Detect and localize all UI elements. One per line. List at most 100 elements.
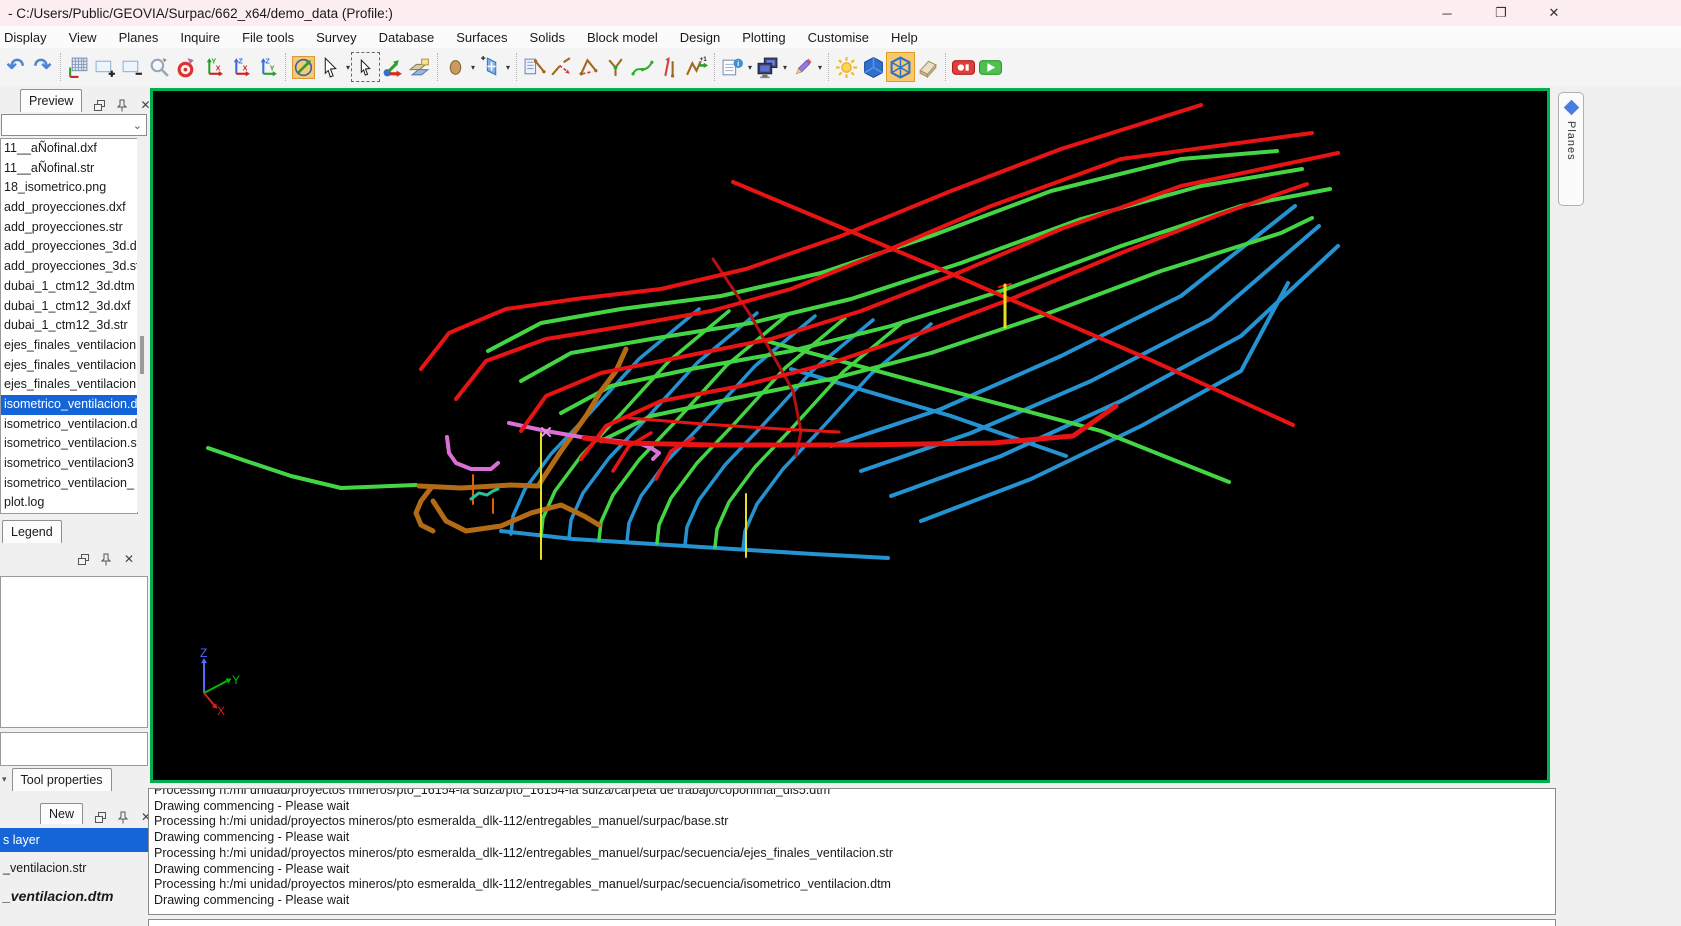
float-window-icon[interactable]: [76, 552, 90, 566]
file-list-item[interactable]: dubai_1_ctm12_3d.dxf: [1, 297, 137, 317]
zoom-in-icon[interactable]: [92, 53, 119, 81]
preview-file-combobox[interactable]: ⌄: [1, 114, 147, 136]
menu-customise[interactable]: Customise: [797, 30, 880, 45]
command-strip[interactable]: [148, 919, 1556, 926]
lighting-sun-icon[interactable]: [833, 53, 860, 81]
layer-view-icon[interactable]: [406, 53, 433, 81]
graphics-viewport[interactable]: Z Y X: [150, 88, 1550, 783]
scrollbar-thumb[interactable]: [140, 336, 144, 374]
render-wireframe-icon[interactable]: [886, 52, 915, 82]
record-icon[interactable]: [950, 53, 977, 81]
select-cursor-icon[interactable]: [317, 53, 344, 81]
dropdown-arrow-icon[interactable]: ▾: [344, 63, 352, 72]
file-list-item[interactable]: dubai_1_ctm12_3d.dtm: [1, 277, 137, 297]
renumber-string-icon[interactable]: +1: [683, 53, 710, 81]
file-list-item[interactable]: add_proyecciones.str: [1, 218, 137, 238]
string-doc-icon[interactable]: [521, 53, 548, 81]
file-list-item[interactable]: isometrico_ventilacion_: [1, 474, 137, 494]
dropdown-arrow-icon[interactable]: ▾: [746, 63, 754, 72]
zoom-magnifier-icon[interactable]: [146, 53, 173, 81]
file-list-item[interactable]: ejes_finales_ventilacion: [1, 336, 137, 356]
tab-preview[interactable]: Preview: [20, 89, 83, 112]
view-zy-axis-icon[interactable]: ZY: [254, 53, 281, 81]
file-list-item[interactable]: plot.log: [1, 493, 137, 513]
smooth-curve-icon[interactable]: [629, 53, 656, 81]
tab-tool-properties[interactable]: Tool properties: [11, 768, 112, 791]
file-list-item[interactable]: 11__aÑofinal.dxf: [1, 139, 137, 159]
view-zx-axis-icon[interactable]: ZX: [227, 53, 254, 81]
reset-graphics-icon[interactable]: [65, 53, 92, 81]
bead-icon[interactable]: [442, 53, 469, 81]
tab-legend[interactable]: Legend: [2, 520, 62, 543]
file-list-item[interactable]: ejes_finales_ventilacion: [1, 375, 137, 395]
render-solid-icon[interactable]: [860, 53, 887, 81]
break-line-icon[interactable]: [548, 53, 575, 81]
file-list-item[interactable]: add_proyecciones_3d.str: [1, 257, 137, 277]
string-polyline: [919, 281, 1290, 523]
file-list-item[interactable]: isometrico_ventilacion.dxf: [1, 415, 137, 435]
menu-database[interactable]: Database: [368, 30, 446, 45]
menu-surfaces[interactable]: Surfaces: [445, 30, 518, 45]
message-log[interactable]: Processing h:/mi unidad/proyectos minero…: [148, 788, 1556, 915]
planes-dock-tab[interactable]: Planes: [1558, 92, 1584, 206]
reverse-string-icon[interactable]: [656, 53, 683, 81]
file-list-scrollbar[interactable]: [137, 138, 148, 512]
file-list-item[interactable]: dubai_1_ctm12_3d.str: [1, 316, 137, 336]
tab-new-layer[interactable]: New: [40, 803, 84, 824]
display-monitor-icon[interactable]: [754, 53, 781, 81]
menu-help[interactable]: Help: [880, 30, 929, 45]
close-panel-icon[interactable]: ✕: [122, 552, 136, 566]
properties-info-icon[interactable]: i: [719, 53, 746, 81]
file-list-item[interactable]: add_proyecciones_3d.dxf: [1, 237, 137, 257]
close-string-icon[interactable]: [575, 53, 602, 81]
file-list-item[interactable]: 11__aÑofinal.str: [1, 159, 137, 179]
dropdown-arrow-icon[interactable]: ▾: [504, 63, 512, 72]
dropdown-arrow-icon[interactable]: ▾: [781, 63, 789, 72]
menu-file-tools[interactable]: File tools: [231, 30, 305, 45]
undo-icon[interactable]: ↶: [2, 53, 29, 81]
float-window-icon[interactable]: [92, 98, 106, 112]
minimize-button[interactable]: ─: [1425, 0, 1469, 26]
close-button[interactable]: ✕: [1532, 0, 1576, 26]
file-list-item[interactable]: 18_isometrico.png: [1, 178, 137, 198]
file-list-item[interactable]: isometrico_ventilacion3: [1, 454, 137, 474]
log-line: Drawing commencing - Please wait: [154, 830, 350, 845]
menu-block-model[interactable]: Block model: [576, 30, 669, 45]
play-icon[interactable]: [977, 53, 1004, 81]
menu-inquire[interactable]: Inquire: [169, 30, 231, 45]
orientation-compass-icon[interactable]: [290, 53, 317, 81]
eraser-icon[interactable]: [914, 53, 941, 81]
menu-view[interactable]: View: [58, 30, 108, 45]
menu-solids[interactable]: Solids: [519, 30, 576, 45]
menu-plotting[interactable]: Plotting: [731, 30, 796, 45]
segment-y-icon[interactable]: [602, 53, 629, 81]
pin-icon[interactable]: [99, 552, 113, 566]
maximize-button[interactable]: ❐: [1479, 0, 1523, 26]
menu-design[interactable]: Design: [669, 30, 731, 45]
dropdown-arrow-icon[interactable]: ▾: [469, 63, 477, 72]
menu-planes[interactable]: Planes: [108, 30, 170, 45]
layer-list-item[interactable]: _ventilacion.str: [0, 856, 148, 880]
layer-list-item[interactable]: _ventilacion.dtm: [0, 884, 148, 908]
menu-survey[interactable]: Survey: [305, 30, 367, 45]
file-list-item[interactable]: ejes_finales_ventilacion: [1, 356, 137, 376]
data-point-icon[interactable]: [173, 53, 200, 81]
menu-display[interactable]: Display: [0, 30, 58, 45]
dropdown-arrow-icon[interactable]: ▾: [816, 63, 824, 72]
view-yx-axis-icon[interactable]: YX: [200, 53, 227, 81]
file-list-item[interactable]: isometrico_ventilacion.dtm: [1, 394, 137, 415]
file-list-item[interactable]: isometrico_ventilacion.str: [1, 434, 137, 454]
pin-icon[interactable]: [116, 810, 130, 824]
edit-pencil-icon[interactable]: [789, 53, 816, 81]
pin-icon[interactable]: [115, 98, 129, 112]
chevron-down-icon[interactable]: ▾: [2, 774, 7, 785]
zoom-out-icon[interactable]: [119, 53, 146, 81]
layer-list-item[interactable]: s layer: [0, 828, 148, 852]
file-list-item[interactable]: add_proyecciones.dxf: [1, 198, 137, 218]
digitise-plane-icon[interactable]: [477, 53, 504, 81]
move-axes-icon[interactable]: [379, 53, 406, 81]
redo-icon[interactable]: ↷: [29, 53, 56, 81]
surpac-window: - C:/Users/Public/GEOVIA/Surpac/662_x64/…: [0, 0, 1681, 926]
box-select-icon[interactable]: [351, 52, 380, 82]
float-window-icon[interactable]: [93, 810, 107, 824]
